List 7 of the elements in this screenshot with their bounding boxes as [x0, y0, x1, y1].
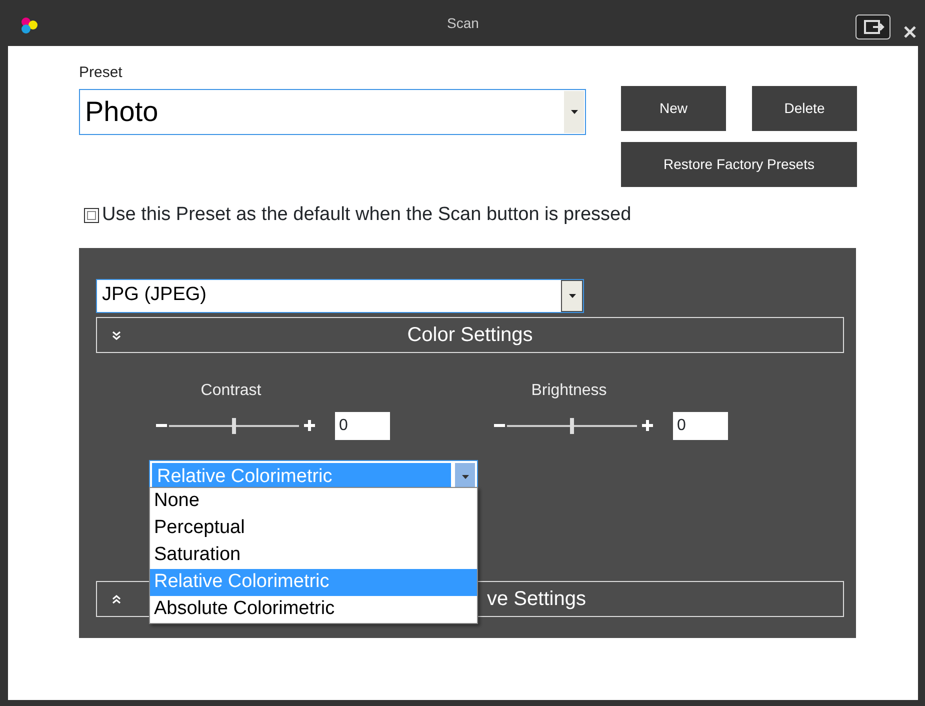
slider-label: Brightness	[530, 380, 608, 400]
window-title: Scan	[447, 14, 479, 30]
checkbox-label: Use this Preset as the default when the Scan button is pressed	[102, 203, 632, 227]
slider-label: Contrast	[200, 380, 262, 400]
section-title: ve Settings	[487, 586, 586, 612]
section-title: Color Settings	[407, 322, 533, 348]
preset-label: Preset	[79, 63, 124, 83]
